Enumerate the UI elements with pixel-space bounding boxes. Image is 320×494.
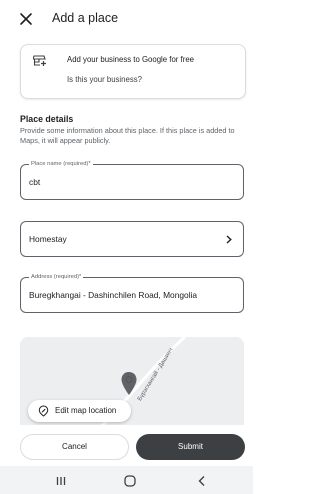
is-this-your-business-link[interactable]: Is this your business? <box>67 75 142 84</box>
chevron-right-icon <box>226 235 232 244</box>
place-details-description: Provide some information about this plac… <box>20 126 235 145</box>
submit-button[interactable]: Submit <box>136 434 245 460</box>
place-name-label: Place name (required)* <box>29 160 93 168</box>
app-bar: Add a place <box>0 0 253 36</box>
category-value: Homestay <box>29 234 67 244</box>
back-icon[interactable] <box>195 474 209 488</box>
place-details-heading: Place details <box>20 114 74 124</box>
page-title: Add a place <box>52 11 119 25</box>
map-pin-icon <box>121 372 137 395</box>
place-name-value: cbt <box>29 177 41 187</box>
action-bar: Cancel Submit <box>0 425 253 465</box>
edit-map-location-button[interactable]: Edit map location <box>28 400 131 422</box>
home-icon[interactable] <box>123 474 137 488</box>
store-add-icon <box>32 54 47 66</box>
address-value: Buregkhangai - Dashinchilen Road, Mongol… <box>29 290 198 300</box>
claim-business-text: Add your business to Google for free <box>67 55 194 64</box>
system-nav-bar <box>0 466 253 494</box>
cancel-button[interactable]: Cancel <box>20 434 129 460</box>
add-place-screen: Add a place Add your business to Google … <box>0 0 253 494</box>
close-icon[interactable] <box>18 11 34 27</box>
address-field[interactable]: Address (required)* Buregkhangai - Dashi… <box>20 273 244 313</box>
category-select[interactable]: Homestay <box>20 221 244 257</box>
address-label: Address (required)* <box>29 273 84 281</box>
place-name-field[interactable]: Place name (required)* cbt <box>20 160 244 200</box>
edit-map-location-label: Edit map location <box>55 406 117 415</box>
claim-business-card[interactable]: Add your business to Google for free Is … <box>20 44 246 99</box>
recents-icon[interactable] <box>54 474 68 488</box>
location-edit-icon <box>38 405 49 417</box>
